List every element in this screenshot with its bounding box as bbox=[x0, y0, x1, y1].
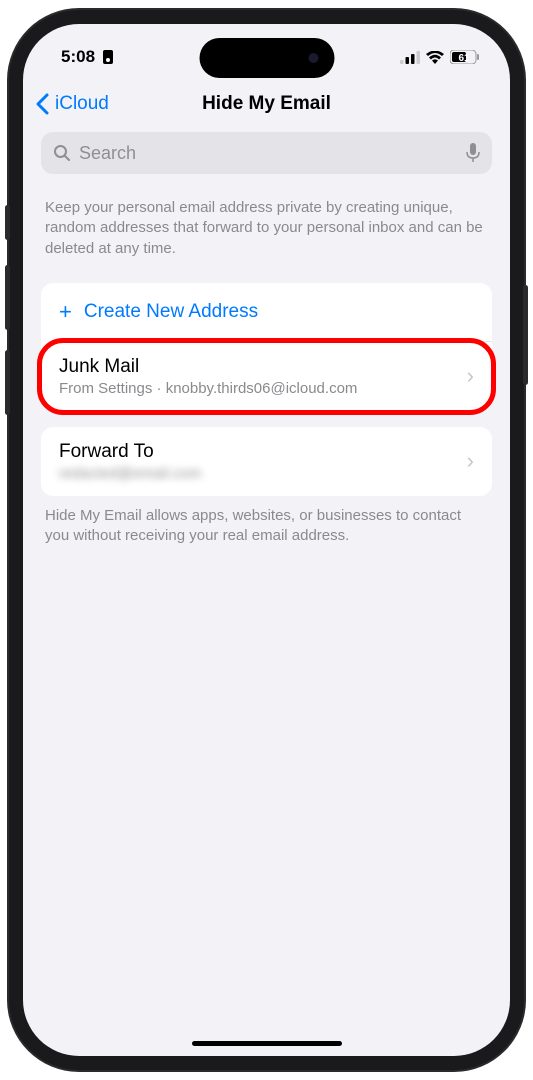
footer-description: Hide My Email allows apps, websites, or … bbox=[23, 496, 510, 547]
search-input[interactable] bbox=[79, 143, 458, 164]
search-bar[interactable] bbox=[41, 132, 492, 174]
forward-to-row[interactable]: Forward To redacted@email.com › bbox=[41, 427, 492, 496]
address-group: + Create New Address Junk Mail From Sett… bbox=[41, 283, 492, 411]
forward-group: Forward To redacted@email.com › bbox=[41, 427, 492, 496]
chevron-right-icon: › bbox=[467, 448, 474, 474]
row-title: Forward To bbox=[59, 441, 467, 463]
row-content: Junk Mail From Settings · knobby.thirds0… bbox=[59, 356, 467, 397]
phone-frame: 5:08 61 iCloud Hide My Email Keep bbox=[9, 10, 524, 1070]
side-button bbox=[5, 265, 10, 330]
search-icon bbox=[53, 144, 71, 162]
card-icon bbox=[101, 49, 115, 65]
create-label: Create New Address bbox=[84, 301, 258, 323]
address-row-junk-mail[interactable]: Junk Mail From Settings · knobby.thirds0… bbox=[41, 342, 492, 411]
description-text: Keep your personal email address private… bbox=[23, 174, 510, 267]
mic-icon[interactable] bbox=[466, 143, 480, 163]
row-title: Junk Mail bbox=[59, 356, 467, 378]
back-label: iCloud bbox=[55, 93, 109, 115]
home-indicator[interactable] bbox=[192, 1041, 342, 1046]
chevron-left-icon bbox=[35, 93, 51, 115]
nav-bar: iCloud Hide My Email bbox=[23, 80, 510, 128]
dynamic-island bbox=[199, 38, 334, 78]
row-subtitle: From Settings · knobby.thirds06@icloud.c… bbox=[59, 380, 467, 397]
screen: 5:08 61 iCloud Hide My Email Keep bbox=[23, 24, 510, 1056]
side-button bbox=[5, 350, 10, 415]
time-label: 5:08 bbox=[61, 47, 95, 67]
battery-icon: 61 bbox=[450, 50, 480, 64]
back-button[interactable]: iCloud bbox=[35, 93, 109, 115]
status-right: 61 bbox=[400, 50, 480, 64]
create-address-button[interactable]: + Create New Address bbox=[41, 283, 492, 341]
row-subtitle-blurred: redacted@email.com bbox=[59, 465, 467, 482]
wifi-icon bbox=[426, 51, 444, 64]
side-button bbox=[5, 205, 10, 240]
row-content: Forward To redacted@email.com bbox=[59, 441, 467, 482]
status-time: 5:08 bbox=[61, 47, 115, 67]
side-button bbox=[523, 285, 528, 385]
search-container bbox=[23, 128, 510, 174]
cellular-icon bbox=[400, 51, 420, 64]
page-title: Hide My Email bbox=[202, 93, 331, 115]
svg-text:61: 61 bbox=[458, 53, 470, 64]
chevron-right-icon: › bbox=[467, 363, 474, 389]
plus-icon: + bbox=[59, 299, 72, 325]
